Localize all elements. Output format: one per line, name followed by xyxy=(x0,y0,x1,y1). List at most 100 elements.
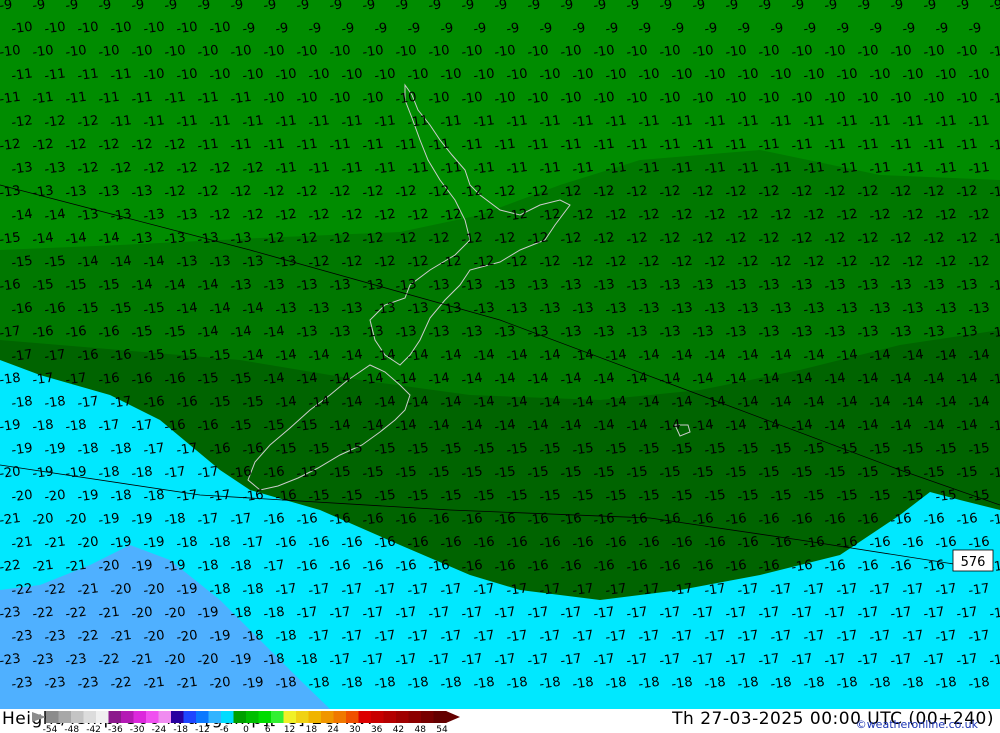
temperature-grid-label: -10 xyxy=(460,90,483,108)
colorbar-swatch xyxy=(196,711,209,723)
temperature-grid-label: -14 xyxy=(373,394,396,412)
temperature-grid-label: -19 xyxy=(76,488,99,506)
temperature-grid-label: -9 xyxy=(559,0,574,14)
temperature-grid-label: -18 xyxy=(142,488,165,506)
temperature-grid-label: -14 xyxy=(460,371,483,389)
temperature-grid-label: -16 xyxy=(241,488,264,506)
colorbar-tick-label: 0 xyxy=(243,725,249,733)
temperature-grid-label: -17 xyxy=(328,651,351,669)
temperature-grid-label: -13 xyxy=(823,324,846,342)
temperature-grid-label: -13 xyxy=(274,300,297,318)
temperature-grid-label: -18 xyxy=(703,675,726,693)
temperature-grid-label: -9 xyxy=(0,0,13,14)
temperature-grid-label: -17 xyxy=(406,581,429,599)
temperature-grid-label: -13 xyxy=(757,277,780,295)
temperature-grid-label: -14 xyxy=(538,347,561,365)
temperature-grid-label: -21 xyxy=(64,558,87,576)
temperature-grid-label: -17 xyxy=(373,581,396,599)
temperature-grid-label: -14 xyxy=(967,347,990,365)
temperature-grid-label: -10 xyxy=(505,66,528,84)
temperature-grid-label: -17 xyxy=(955,605,978,623)
temperature-grid-label: -12 xyxy=(835,207,858,225)
temperature-grid-label: -10 xyxy=(592,90,615,108)
temperature-grid-label: -12 xyxy=(163,137,186,155)
temperature-grid-label: -14 xyxy=(934,347,957,365)
temperature-grid-label: -17 xyxy=(571,581,594,599)
temperature-grid-label: -11 xyxy=(97,90,120,108)
temperature-grid-label: -10 xyxy=(307,66,330,84)
temperature-grid-label: -15 xyxy=(439,441,462,459)
colorbar-tick-label: -42 xyxy=(86,725,101,733)
temperature-grid-label: -13 xyxy=(691,324,714,342)
temperature-grid-label: -16 xyxy=(724,558,747,576)
temperature-grid-label: -12 xyxy=(955,183,978,201)
temperature-grid-label: -10 xyxy=(889,90,912,108)
temperature-grid-label: -13 xyxy=(967,300,990,318)
temperature-grid-label: -13 xyxy=(31,183,54,201)
temperature-grid-label: -17 xyxy=(295,605,318,623)
temperature-grid-label: -16 xyxy=(142,394,165,412)
temperature-grid-label: -16 xyxy=(109,347,132,365)
temperature-grid-label: -11 xyxy=(703,160,726,178)
temperature-grid-label: -11 xyxy=(967,160,990,178)
colorbar-swatch xyxy=(246,711,259,723)
temperature-grid-label: -12 xyxy=(724,230,747,248)
temperature-grid-label: -15 xyxy=(175,347,198,365)
temperature-grid-label: -10 xyxy=(196,43,219,61)
temperature-grid-label: -10 xyxy=(328,43,351,61)
temperature-grid-label: -9 xyxy=(790,0,805,14)
temperature-grid-label: -11 xyxy=(493,137,516,155)
temperature-grid-label: -9 xyxy=(538,21,553,38)
temperature-grid-label: -17 xyxy=(901,581,924,599)
temperature-grid-label: -19 xyxy=(10,441,33,459)
temperature-grid-label: -10 xyxy=(691,43,714,61)
temperature-grid-label: -16 xyxy=(406,534,429,552)
temperature-grid-label: -16 xyxy=(361,511,384,529)
temperature-grid-label: -10 xyxy=(967,66,990,84)
temperature-grid-label: -18 xyxy=(0,371,22,389)
temperature-grid-label: -10 xyxy=(109,20,132,38)
temperature-grid-label: -11 xyxy=(835,160,858,178)
site-credit[interactable]: ©weatheronline.co.uk xyxy=(856,718,978,731)
temperature-grid-label: -10 xyxy=(262,43,285,61)
temperature-grid-label: -11 xyxy=(130,90,153,108)
temperature-grid-label: -10 xyxy=(361,43,384,61)
temperature-grid-label: -19 xyxy=(241,675,264,693)
temperature-grid-label: -10 xyxy=(670,66,693,84)
temperature-grid-label: -14 xyxy=(109,254,132,272)
temperature-grid-label: -9 xyxy=(229,0,244,14)
temperature-grid-label: -15 xyxy=(868,488,891,506)
colorbar-swatch xyxy=(346,711,359,723)
colorbar-swatch xyxy=(408,711,422,723)
colorbar-swatch xyxy=(296,711,309,723)
temperature-grid-label: -13 xyxy=(142,207,165,225)
temperature-grid-label: -12 xyxy=(625,230,648,248)
temperature-grid-label: -16 xyxy=(769,534,792,552)
temperature-grid-label: -11 xyxy=(856,137,879,155)
temperature-grid-label: -16 xyxy=(625,511,648,529)
temperature-grid-label: -17 xyxy=(505,581,528,599)
temperature-grid-label: -15 xyxy=(460,464,483,482)
temperature-grid-label: -16 xyxy=(670,534,693,552)
temperature-grid-label: -17 xyxy=(460,651,483,669)
temperature-grid-label: -17 xyxy=(736,581,759,599)
temperature-grid-label: -12 xyxy=(262,230,285,248)
temperature-grid-label: -13 xyxy=(625,324,648,342)
temperature-grid-label: -14 xyxy=(658,417,681,435)
colorbar-tick-label: 30 xyxy=(349,725,361,733)
temperature-grid-label: -10 xyxy=(526,43,549,61)
temperature-grid-label: -12 xyxy=(955,230,978,248)
temperature-grid-label: -17 xyxy=(361,651,384,669)
temperature-grid-label: -15 xyxy=(538,441,561,459)
temperature-grid-label: -9 xyxy=(658,0,673,14)
temperature-grid-label: -9 xyxy=(868,21,883,38)
temperature-grid-label: -13 xyxy=(97,183,120,201)
temperature-grid-label: -14 xyxy=(868,394,891,412)
temperature-grid-label: -17 xyxy=(64,371,87,389)
colorbar-tick-label: 12 xyxy=(284,725,295,733)
temperature-grid-label: -12 xyxy=(526,183,549,201)
temperature-grid-label: -14 xyxy=(394,417,417,435)
temperature-grid-label: -22 xyxy=(0,558,22,576)
temperature-grid-label: -9 xyxy=(922,0,937,14)
temperature-grid-label: -15 xyxy=(538,488,561,506)
